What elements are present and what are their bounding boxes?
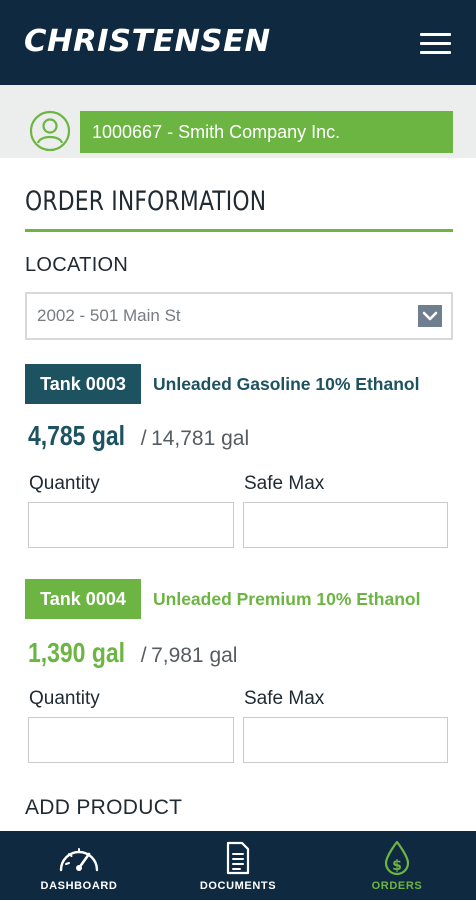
title-divider — [25, 229, 453, 232]
tank-capacity: 14,781 gal — [151, 427, 250, 450]
level-separator: / — [140, 644, 147, 667]
level-separator: / — [140, 427, 147, 450]
hamburger-menu-icon[interactable] — [420, 33, 452, 55]
bottom-nav: DASHBOARD DOCUMENTS $ ORDERS — [0, 831, 476, 900]
tank-product-name: Unleaded Gasoline 10% Ethanol — [153, 374, 420, 394]
add-product-link[interactable]: ADD PRODUCT — [25, 796, 182, 820]
page-title: ORDER INFORMATION — [25, 186, 267, 217]
nav-orders[interactable]: $ ORDERS — [318, 831, 476, 900]
location-value: 2002 - 501 Main St — [37, 306, 181, 325]
tank-level: 1,390 gal / 7,981 gal — [28, 637, 237, 669]
tank-level: 4,785 gal / 14,781 gal — [28, 420, 249, 452]
document-icon — [224, 840, 252, 881]
dollar-drop-icon: $ — [382, 840, 412, 883]
nav-label: DOCUMENTS — [199, 880, 277, 892]
quantity-input[interactable] — [28, 717, 234, 763]
nav-label: ORDERS — [371, 880, 423, 892]
safe-max-input[interactable] — [243, 502, 448, 548]
nav-documents[interactable]: DOCUMENTS — [159, 831, 317, 900]
nav-label: DASHBOARD — [40, 880, 118, 892]
quantity-input[interactable] — [28, 502, 234, 548]
app-header: CHRISTENSEN — [0, 0, 476, 85]
location-select[interactable]: 2002 - 501 Main St — [25, 292, 453, 340]
tank-product-name: Unleaded Premium 10% Ethanol — [153, 589, 421, 609]
user-circle-icon[interactable] — [29, 110, 71, 152]
customer-selector[interactable]: 1000667 - Smith Company Inc. — [80, 111, 453, 153]
location-label: LOCATION — [25, 254, 129, 276]
svg-text:$: $ — [392, 858, 402, 874]
chevron-down-icon[interactable] — [418, 305, 442, 327]
brand-logo[interactable]: CHRISTENSEN — [24, 24, 271, 59]
tank-badge: Tank 0003 — [25, 364, 141, 404]
safe-max-label: Safe Max — [244, 688, 325, 709]
tank-current-volume: 4,785 gal — [28, 420, 126, 451]
safe-max-label: Safe Max — [244, 473, 325, 494]
safe-max-input[interactable] — [243, 717, 448, 763]
quantity-label: Quantity — [29, 473, 100, 494]
quantity-label: Quantity — [29, 688, 100, 709]
tank-badge: Tank 0004 — [25, 579, 141, 619]
tank-capacity: 7,981 gal — [151, 644, 238, 667]
gauge-icon — [56, 840, 102, 881]
tank-current-volume: 1,390 gal — [28, 637, 126, 668]
nav-dashboard[interactable]: DASHBOARD — [0, 831, 158, 900]
